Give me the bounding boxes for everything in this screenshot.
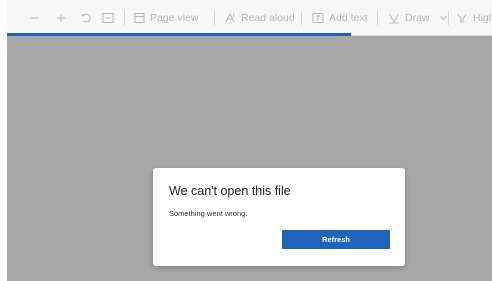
dialog-message: Something went wrong. <box>169 209 248 218</box>
add-text-button[interactable]: Add text <box>312 11 368 25</box>
minus-icon <box>31 17 39 19</box>
refresh-button[interactable]: Refresh <box>282 230 390 249</box>
read-aloud-button[interactable]: Read aloud <box>224 11 295 25</box>
loading-progress-bar <box>7 33 352 36</box>
add-text-icon <box>312 13 324 23</box>
rotate-button[interactable] <box>80 11 92 25</box>
fit-page-button[interactable] <box>102 11 114 25</box>
read-aloud-icon <box>225 12 235 23</box>
page-view-icon <box>134 13 145 23</box>
toolbar-divider <box>214 11 215 25</box>
highlight-icon <box>457 13 467 23</box>
viewer-toolbar: Page view Read aloud Add text Draw High <box>7 0 492 36</box>
read-aloud-label: Read aloud <box>241 12 295 24</box>
draw-button[interactable]: Draw <box>388 11 448 25</box>
fit-page-icon <box>102 13 114 23</box>
chevron-down-icon[interactable] <box>439 11 448 25</box>
toolbar-divider <box>301 11 302 25</box>
draw-icon <box>389 13 399 24</box>
page-view-button[interactable]: Page view <box>134 11 198 25</box>
plus-icon <box>57 14 65 22</box>
add-text-label: Add text <box>329 12 368 24</box>
draw-label: Draw <box>405 12 430 24</box>
highlight-button[interactable]: High <box>456 11 492 25</box>
toolbar-divider <box>377 11 378 25</box>
toolbar-divider <box>448 11 449 25</box>
highlight-label: High <box>473 12 492 24</box>
error-dialog: We can't open this file Something went w… <box>153 168 405 266</box>
page-view-label: Page view <box>150 12 199 24</box>
zoom-out-button[interactable] <box>30 11 40 25</box>
pdf-viewer: Page view Read aloud Add text Draw High … <box>7 0 492 281</box>
rotate-icon <box>81 13 91 23</box>
dialog-title: We can't open this file <box>169 184 291 198</box>
toolbar-divider <box>124 11 125 25</box>
zoom-in-button[interactable] <box>56 11 66 25</box>
